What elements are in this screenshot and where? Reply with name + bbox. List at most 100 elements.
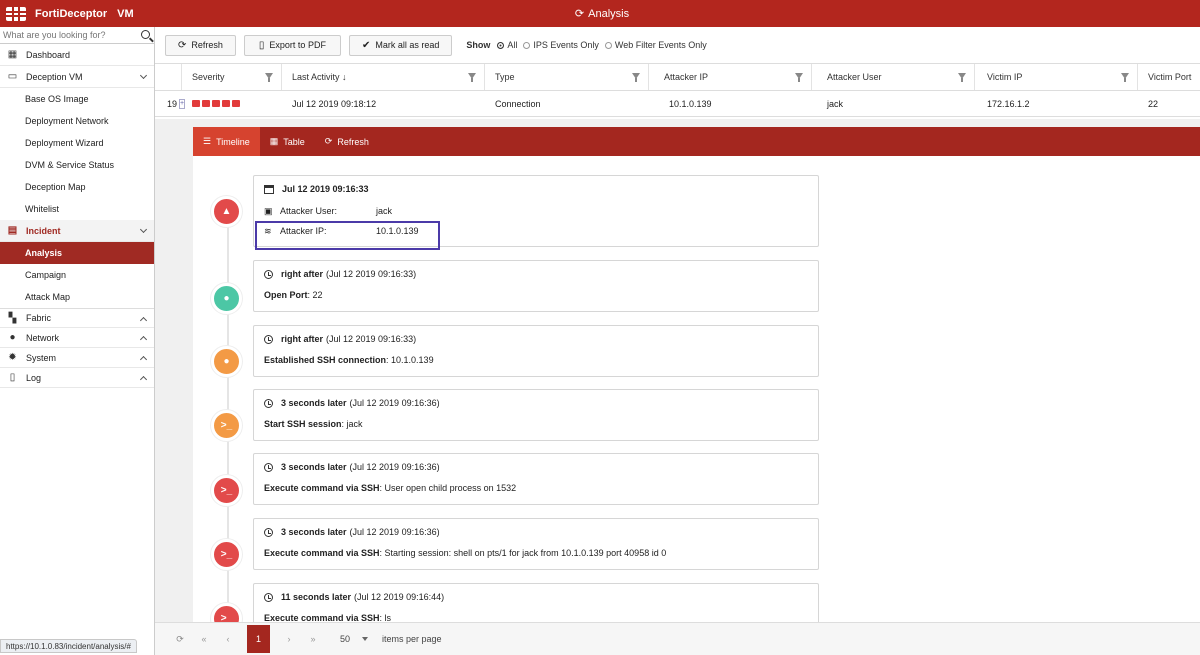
radio-ips-events[interactable] xyxy=(523,41,531,49)
column-header-severity[interactable]: Severity xyxy=(182,64,282,90)
clock-icon xyxy=(264,398,273,408)
app-logo[interactable]: FortiDeceptor VM xyxy=(0,6,154,21)
chevron-down-icon[interactable] xyxy=(362,637,369,641)
last-activity-cell: Jul 12 2019 09:18:12 xyxy=(292,98,377,109)
tab-refresh[interactable]: ⟳ Refresh xyxy=(315,127,379,156)
attacker-user-value: jack xyxy=(376,206,393,216)
pagination: ⟳ « ‹ 1 › » 50 items per page xyxy=(155,622,1200,655)
chevron-down-icon xyxy=(139,225,148,234)
column-header-attacker-user[interactable]: Attacker User xyxy=(812,64,975,90)
mark-all-read-button[interactable]: ✔ Mark all as read xyxy=(348,34,453,56)
event-body: Established SSH connection: 10.1.0.139 xyxy=(264,355,434,365)
toolbar: ⟳ Refresh ▯ Export to PDF ✔ Mark all as … xyxy=(155,27,1200,63)
sidebar-item-deception-vm[interactable]: ▭ Deception VM xyxy=(0,66,154,88)
timeline-event-card: 3 seconds later (Jul 12 2019 09:16:36) Ex… xyxy=(253,453,819,505)
timeline-node-terminal: >_ xyxy=(211,410,242,441)
sidebar-item-dashboard[interactable]: ▦ Dashboard xyxy=(0,44,154,66)
refresh-button[interactable]: ⟳ Refresh xyxy=(165,34,236,56)
sidebar-item-network[interactable]: ● Network xyxy=(0,328,154,348)
sidebar-item-fabric[interactable]: ▚ Fabric xyxy=(0,308,154,328)
filter-icon[interactable] xyxy=(795,73,803,82)
pdf-icon: ▯ xyxy=(258,39,265,51)
export-pdf-button[interactable]: ▯ Export to PDF xyxy=(243,34,341,56)
gear-icon: ✹ xyxy=(8,352,17,363)
sidebar-item-attack-map[interactable]: Attack Map xyxy=(0,286,154,308)
reload-icon[interactable]: ⟳ xyxy=(175,634,185,645)
first-page-button[interactable]: « xyxy=(199,634,209,644)
chevron-up-icon xyxy=(139,375,148,384)
tab-table[interactable]: ▦ Table xyxy=(260,127,315,156)
sidebar-item-deception-map[interactable]: Deception Map xyxy=(0,176,154,198)
document-icon: ▯ xyxy=(9,372,16,383)
sidebar-item-analysis[interactable]: Analysis xyxy=(0,242,154,264)
current-page[interactable]: 1 xyxy=(247,625,270,653)
detail-tabbar: ☰ Timeline ▦ Table ⟳ Refresh xyxy=(193,127,1200,156)
chevron-up-icon xyxy=(139,316,148,325)
timeline-node-terminal: >_ xyxy=(211,475,242,506)
incident-detail-panel: ☰ Timeline ▦ Table ⟳ Refresh ▲ Jul 12 2019 … xyxy=(193,127,1200,622)
browser-status-url: https://10.1.0.83/incident/analysis/# xyxy=(0,639,137,653)
highlight-box xyxy=(255,221,440,250)
filter-icon[interactable] xyxy=(468,73,476,82)
filter-icon[interactable] xyxy=(1121,73,1129,82)
calendar-icon: ▤ xyxy=(7,225,18,236)
globe-icon: ● xyxy=(9,332,16,343)
event-header: 3 seconds later (Jul 12 2019 09:16:36) xyxy=(264,462,808,472)
column-header-victim-port[interactable]: Victim Port xyxy=(1138,64,1200,90)
radio-all-label: All xyxy=(507,40,518,50)
timeline-node-network: ● xyxy=(211,346,242,377)
sidebar: ▦ Dashboard ▭ Deception VM Base OS Image… xyxy=(0,27,155,655)
page-size-select[interactable]: 50 xyxy=(340,634,350,644)
tab-timeline[interactable]: ☰ Timeline xyxy=(193,127,260,156)
monitor-icon: ▭ xyxy=(7,71,18,82)
sidebar-item-base-os-image[interactable]: Base OS Image xyxy=(0,88,154,110)
filter-icon[interactable] xyxy=(958,73,966,82)
show-label: Show xyxy=(466,40,491,50)
event-header: 3 seconds later (Jul 12 2019 09:16:36) xyxy=(264,398,808,408)
filter-icon[interactable] xyxy=(265,73,273,82)
radio-all[interactable] xyxy=(497,41,505,49)
event-header: right after (Jul 12 2019 09:16:33) xyxy=(264,269,808,279)
event-body: Execute command via SSH: ls xyxy=(264,613,392,622)
timeline-node-network: ● xyxy=(211,283,242,314)
column-header-attacker-ip[interactable]: Attacker IP xyxy=(649,64,812,90)
severity-indicator xyxy=(182,91,282,116)
last-page-button[interactable]: » xyxy=(308,634,318,644)
sidebar-item-dvm-service-status[interactable]: DVM & Service Status xyxy=(0,154,154,176)
sidebar-item-deployment-wizard[interactable]: Deployment Wizard xyxy=(0,132,154,154)
user-icon: ▣ xyxy=(264,205,273,216)
attacker-user-cell: jack xyxy=(827,98,844,109)
radio-web-label: Web Filter Events Only xyxy=(614,40,707,50)
sidebar-item-log[interactable]: ▯ Log xyxy=(0,368,154,388)
search-input[interactable] xyxy=(0,30,130,40)
sidebar-item-deployment-network[interactable]: Deployment Network xyxy=(0,110,154,132)
sidebar-item-campaign[interactable]: Campaign xyxy=(0,264,154,286)
sidebar-item-incident[interactable]: ▤ Incident xyxy=(0,220,154,242)
sidebar-item-system[interactable]: ✹ System xyxy=(0,348,154,368)
filter-icon[interactable] xyxy=(632,73,640,82)
column-header-last-activity[interactable]: Last Activity ↓ xyxy=(282,64,485,90)
radio-web-filter[interactable] xyxy=(604,41,612,49)
column-header-type[interactable]: Type xyxy=(485,64,649,90)
prev-page-button[interactable]: ‹ xyxy=(223,634,233,644)
lock-icon: ▲ xyxy=(221,206,232,217)
event-header: Jul 12 2019 09:16:33 xyxy=(264,184,808,194)
column-header-victim-ip[interactable]: Victim IP xyxy=(975,64,1138,90)
event-filter: Show All IPS Events Only Web Filter Even… xyxy=(466,40,710,50)
victim-port-cell: 22 xyxy=(1148,98,1159,109)
chevron-down-icon xyxy=(139,71,148,80)
search-icon[interactable] xyxy=(141,30,150,39)
table-row[interactable]: 19 + Jul 12 2019 09:18:12 Connection 10.1… xyxy=(155,91,1200,117)
event-header: 11 seconds later (Jul 12 2019 09:16:44) xyxy=(264,592,808,602)
victim-ip-cell: 172.16.1.2 xyxy=(987,98,1030,109)
sidebar-item-whitelist[interactable]: Whitelist xyxy=(0,198,154,220)
timeline-node-terminal: >_ xyxy=(211,539,242,570)
timeline-node-alert: ▲ xyxy=(211,196,242,227)
refresh-icon: ⟳ xyxy=(178,39,187,51)
event-header: right after (Jul 12 2019 09:16:33) xyxy=(264,334,808,344)
chevron-up-icon xyxy=(139,335,148,344)
next-page-button[interactable]: › xyxy=(284,634,294,644)
search-box xyxy=(0,27,154,44)
items-per-page-label: items per page xyxy=(382,634,442,644)
timeline-event-card: 3 seconds later (Jul 12 2019 09:16:36) St… xyxy=(253,389,819,441)
